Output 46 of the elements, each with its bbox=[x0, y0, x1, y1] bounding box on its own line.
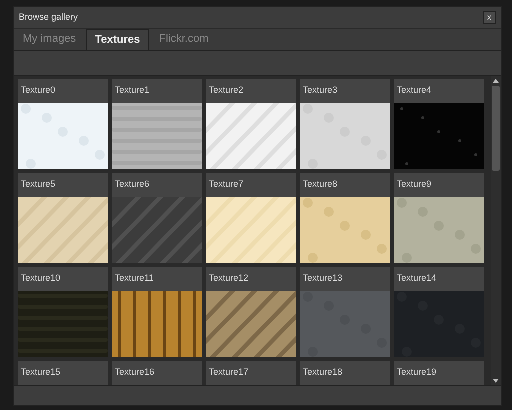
texture-name: Texture3 bbox=[303, 84, 338, 98]
texture-tile[interactable]: Texture6 bbox=[112, 173, 202, 263]
texture-tile[interactable]: Texture10 bbox=[18, 267, 108, 357]
texture-tile[interactable]: Texture19 bbox=[394, 361, 484, 385]
texture-name: Texture16 bbox=[115, 366, 155, 380]
texture-tile[interactable]: Texture13 bbox=[300, 267, 390, 357]
texture-tile[interactable]: Texture12 bbox=[206, 267, 296, 357]
texture-tile[interactable]: Texture1 bbox=[112, 79, 202, 169]
scroll-thumb[interactable] bbox=[492, 86, 500, 171]
texture-tile[interactable]: Texture14 bbox=[394, 267, 484, 357]
texture-tile[interactable]: Texture2 bbox=[206, 79, 296, 169]
texture-tile[interactable]: Texture5 bbox=[18, 173, 108, 263]
texture-name: Texture1 bbox=[115, 84, 150, 98]
texture-tile[interactable]: Texture11 bbox=[112, 267, 202, 357]
texture-tile[interactable]: Texture3 bbox=[300, 79, 390, 169]
tab[interactable]: Textures bbox=[86, 29, 150, 50]
texture-name: Texture13 bbox=[303, 272, 343, 286]
texture-tile[interactable]: Texture16 bbox=[112, 361, 202, 385]
texture-name: Texture0 bbox=[21, 84, 56, 98]
texture-name: Texture9 bbox=[397, 178, 432, 192]
texture-tile[interactable]: Texture8 bbox=[300, 173, 390, 263]
texture-name: Texture18 bbox=[303, 366, 343, 380]
texture-tile[interactable]: Texture0 bbox=[18, 79, 108, 169]
texture-tile[interactable]: Texture9 bbox=[394, 173, 484, 263]
texture-name: Texture17 bbox=[209, 366, 249, 380]
texture-name: Texture19 bbox=[397, 366, 437, 380]
texture-tile[interactable]: Texture7 bbox=[206, 173, 296, 263]
texture-tile[interactable]: Texture18 bbox=[300, 361, 390, 385]
scroll-up-icon[interactable] bbox=[493, 78, 499, 84]
texture-name: Texture5 bbox=[21, 178, 56, 192]
texture-name: Texture15 bbox=[21, 366, 61, 380]
texture-tile[interactable]: Texture17 bbox=[206, 361, 296, 385]
texture-tile[interactable]: Texture15 bbox=[18, 361, 108, 385]
texture-name: Texture11 bbox=[115, 272, 154, 286]
scrollbar[interactable] bbox=[491, 76, 501, 386]
texture-name: Texture4 bbox=[397, 84, 432, 98]
texture-name: Texture12 bbox=[209, 272, 249, 286]
texture-name: Texture7 bbox=[209, 178, 244, 192]
texture-name: Texture8 bbox=[303, 178, 338, 192]
texture-name: Texture6 bbox=[115, 178, 150, 192]
close-button[interactable]: x bbox=[483, 11, 496, 24]
texture-name: Texture10 bbox=[21, 272, 61, 286]
texture-name: Texture2 bbox=[209, 84, 244, 98]
window-title: Browse gallery bbox=[19, 10, 78, 24]
texture-name: Texture14 bbox=[397, 272, 437, 286]
texture-tile[interactable]: Texture4 bbox=[394, 79, 484, 169]
